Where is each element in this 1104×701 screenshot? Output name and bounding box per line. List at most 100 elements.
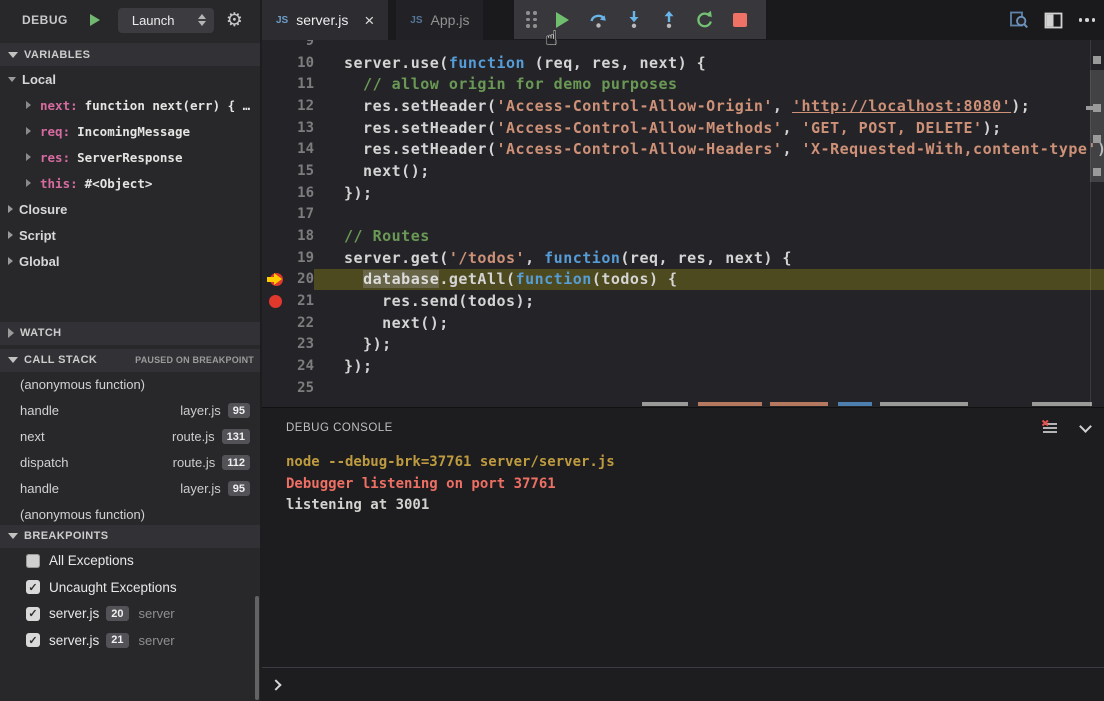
code-token: database <box>363 270 439 288</box>
breakpoint-gutter[interactable] <box>262 160 288 182</box>
chevron-collapsed-icon <box>8 231 13 239</box>
code-editor[interactable]: 910server.use(function (req, res, next) … <box>262 40 1104 407</box>
code-token: , <box>773 97 792 115</box>
stop-button[interactable] <box>723 5 759 35</box>
breakpoint-gutter[interactable] <box>262 95 288 117</box>
breakpoint-gutter[interactable] <box>262 138 288 160</box>
code-token: function <box>449 54 525 72</box>
line-number: 19 <box>288 250 314 266</box>
continue-button[interactable] <box>545 5 581 35</box>
scope-local-label: Local <box>22 72 56 87</box>
breakpoint-gutter[interactable] <box>262 182 288 204</box>
code-token <box>344 270 363 288</box>
line-content <box>314 377 1104 399</box>
chevron-expanded-icon <box>8 77 16 82</box>
collapse-panel-icon[interactable] <box>1079 420 1092 433</box>
launch-config-select[interactable]: Launch <box>118 8 214 33</box>
ruler-marker <box>1093 135 1101 143</box>
breakpoint-gutter[interactable] <box>262 52 288 74</box>
scope-global[interactable]: Global <box>0 248 260 274</box>
close-tab-icon[interactable]: × <box>364 12 374 29</box>
clear-console-icon[interactable] <box>1041 420 1059 436</box>
frame-line-badge: 95 <box>228 481 250 496</box>
stack-frame-row[interactable]: handlelayer.js95 <box>0 398 260 424</box>
breakpoint-gutter[interactable] <box>262 290 288 312</box>
scope-closure[interactable]: Closure <box>0 196 260 222</box>
variable-row[interactable]: this:#<Object> <box>0 170 260 196</box>
open-preview-button[interactable] <box>1002 5 1036 35</box>
step-out-button[interactable] <box>652 5 688 35</box>
breakpoint-checkbox[interactable] <box>26 554 40 568</box>
line-number: 11 <box>288 76 314 92</box>
breakpoint-checkbox[interactable]: ✓ <box>26 607 40 621</box>
split-editor-button[interactable] <box>1036 5 1070 35</box>
continue-icon <box>556 12 569 28</box>
variable-value: IncomingMessage <box>77 124 190 139</box>
breakpoint-checkbox[interactable]: ✓ <box>26 580 40 594</box>
stack-frame-row[interactable]: (anonymous function) <box>0 372 260 398</box>
variable-row[interactable]: res:ServerResponse <box>0 144 260 170</box>
configure-gear-icon[interactable]: ⚙ <box>226 11 243 30</box>
breakpoint-row[interactable]: ✓server.js21server <box>0 627 260 654</box>
restart-button[interactable] <box>687 5 723 35</box>
breakpoint-checkbox[interactable]: ✓ <box>26 633 40 647</box>
scope-script[interactable]: Script <box>0 222 260 248</box>
line-content: server.use(function (req, res, next) { <box>314 52 1104 74</box>
code-token: 'Access-Control-Allow-Headers' <box>497 140 783 158</box>
frame-line-badge: 131 <box>222 429 250 444</box>
breakpoint-gutter[interactable] <box>262 40 288 52</box>
breakpoint-gutter[interactable] <box>262 225 288 247</box>
breakpoint-gutter[interactable] <box>262 355 288 377</box>
variables-section-header[interactable]: VARIABLES <box>0 43 260 66</box>
breakpoint-gutter[interactable] <box>262 334 288 356</box>
editor-scrollbar[interactable] <box>1090 70 1104 182</box>
tab-app-js[interactable]: JS App.js <box>396 0 483 40</box>
sidebar-scrollbar[interactable] <box>255 596 259 700</box>
stack-frame-row[interactable]: (anonymous function) <box>0 502 260 525</box>
more-actions-button[interactable] <box>1070 5 1104 35</box>
code-token: function <box>544 249 620 267</box>
line-content: database.getAll(function(todos) { <box>314 269 1104 291</box>
breakpoint-gutter[interactable] <box>262 204 288 226</box>
preview-search-icon <box>1009 10 1029 30</box>
breakpoint-row[interactable]: ✓server.js20server <box>0 601 260 628</box>
breakpoint-gutter[interactable] <box>262 117 288 139</box>
line-content: res.setHeader('Access-Control-Allow-Head… <box>314 138 1104 160</box>
breakpoint-gutter[interactable] <box>262 377 288 399</box>
stack-frame-row[interactable]: dispatchroute.js112 <box>0 450 260 476</box>
variable-row[interactable]: req:IncomingMessage <box>0 118 260 144</box>
code-line: 24}); <box>262 355 1104 377</box>
step-over-button[interactable] <box>581 5 617 35</box>
stack-frame-row[interactable]: handlelayer.js95 <box>0 476 260 502</box>
call-stack-section-header[interactable]: CALL STACK PAUSED ON BREAKPOINT <box>0 349 260 372</box>
breakpoint-row[interactable]: All Exceptions <box>0 548 260 575</box>
breakpoint-row[interactable]: ✓Uncaught Exceptions <box>0 574 260 601</box>
step-into-button[interactable] <box>616 5 652 35</box>
tab-label: server.js <box>296 12 348 28</box>
breakpoints-section-header[interactable]: BREAKPOINTS <box>0 525 260 548</box>
watch-section-header[interactable]: WATCH <box>0 322 260 345</box>
variable-value: function next(err) { … <box>85 98 251 113</box>
start-debug-icon[interactable] <box>90 14 100 26</box>
breakpoint-gutter[interactable] <box>262 247 288 269</box>
code-token: }); <box>344 357 373 375</box>
code-token: server.use( <box>344 54 449 72</box>
breakpoint-gutter[interactable] <box>262 73 288 95</box>
frame-file: route.js <box>173 455 216 470</box>
scope-local[interactable]: Local <box>0 66 260 92</box>
prompt-chevron-icon <box>270 679 281 690</box>
drag-handle-icon[interactable] <box>526 11 537 28</box>
breakpoint-icon <box>269 295 282 308</box>
code-token: 'X-Requested-With,content-type' <box>802 140 1097 158</box>
breakpoint-gutter[interactable] <box>262 312 288 334</box>
restart-icon <box>695 10 714 29</box>
console-input[interactable] <box>262 667 1104 701</box>
breakpoint-gutter[interactable] <box>262 269 288 291</box>
step-into-icon <box>626 10 642 29</box>
tab-server-js[interactable]: JS server.js × <box>262 0 388 40</box>
line-number: 22 <box>288 315 314 331</box>
code-token: }); <box>344 335 392 353</box>
stack-frame-row[interactable]: nextroute.js131 <box>0 424 260 450</box>
current-breakpoint-icon <box>267 272 283 286</box>
variable-row[interactable]: next:function next(err) { … <box>0 92 260 118</box>
